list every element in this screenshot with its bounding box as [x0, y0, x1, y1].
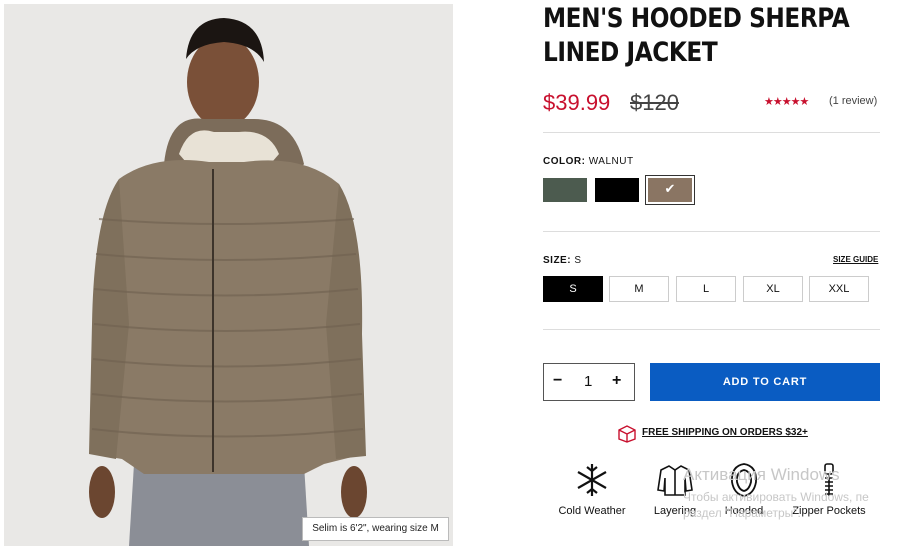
quantity-decrease-button[interactable]: −: [553, 372, 562, 390]
color-swatch-walnut[interactable]: ✔: [645, 175, 695, 205]
original-price: $120: [630, 90, 679, 115]
activation-watermark-text: Чтобы активировать Windows, пе раздел "П…: [683, 489, 869, 521]
watermark-line2: Чтобы активировать Windows, пе: [683, 490, 869, 504]
checkmark-icon: ✔: [664, 181, 676, 196]
divider: [543, 132, 880, 133]
product-title-line2: LINED JACKET: [543, 37, 718, 68]
size-label-text: SIZE:: [543, 255, 572, 266]
quantity-stepper: − 1 +: [543, 363, 635, 401]
free-shipping-link[interactable]: FREE SHIPPING ON ORDERS $32+: [617, 425, 808, 448]
color-swatch-olive[interactable]: [543, 178, 587, 202]
divider: [543, 231, 880, 232]
size-label: SIZE: S: [543, 255, 582, 266]
feature-label: Cold Weather: [558, 505, 626, 517]
size-option-l[interactable]: L: [676, 276, 736, 302]
quantity-value[interactable]: 1: [584, 373, 592, 390]
size-option-s[interactable]: S: [543, 276, 603, 302]
rating-stars-icon[interactable]: ★★★★★: [764, 95, 809, 108]
product-image[interactable]: Selim is 6'2", wearing size M: [4, 4, 453, 546]
size-option-xl[interactable]: XL: [743, 276, 803, 302]
quantity-increase-button[interactable]: +: [612, 372, 621, 390]
add-to-cart-button[interactable]: ADD TO CART: [650, 363, 880, 401]
color-swatch-black[interactable]: [595, 178, 639, 202]
product-title: MEN'S HOODED SHERPA LINED JACKET: [543, 2, 850, 70]
size-option-xxl[interactable]: XXL: [809, 276, 869, 302]
color-label-text: COLOR:: [543, 156, 586, 167]
jacket-photo: [4, 4, 453, 546]
review-count-link[interactable]: (1 review): [829, 95, 877, 107]
snowflake-icon: [577, 464, 607, 496]
watermark-line3: раздел "Параметры".: [683, 506, 801, 520]
image-caption: Selim is 6'2", wearing size M: [302, 517, 449, 541]
size-selected-value: S: [574, 255, 582, 266]
size-guide-link[interactable]: SIZE GUIDE: [833, 255, 878, 264]
size-option-m[interactable]: M: [609, 276, 669, 302]
free-shipping-text[interactable]: FREE SHIPPING ON ORDERS $32+: [642, 427, 808, 438]
sale-price: $39.99: [543, 90, 611, 115]
product-title-line1: MEN'S HOODED SHERPA: [543, 3, 850, 34]
feature-cold-weather: Cold Weather: [547, 462, 637, 517]
color-selected-value: WALNUT: [588, 156, 634, 167]
color-label: COLOR: WALNUT: [543, 156, 634, 167]
activation-watermark-title: Активация Windows: [683, 465, 840, 484]
box-icon: [618, 425, 636, 443]
divider: [543, 329, 880, 330]
